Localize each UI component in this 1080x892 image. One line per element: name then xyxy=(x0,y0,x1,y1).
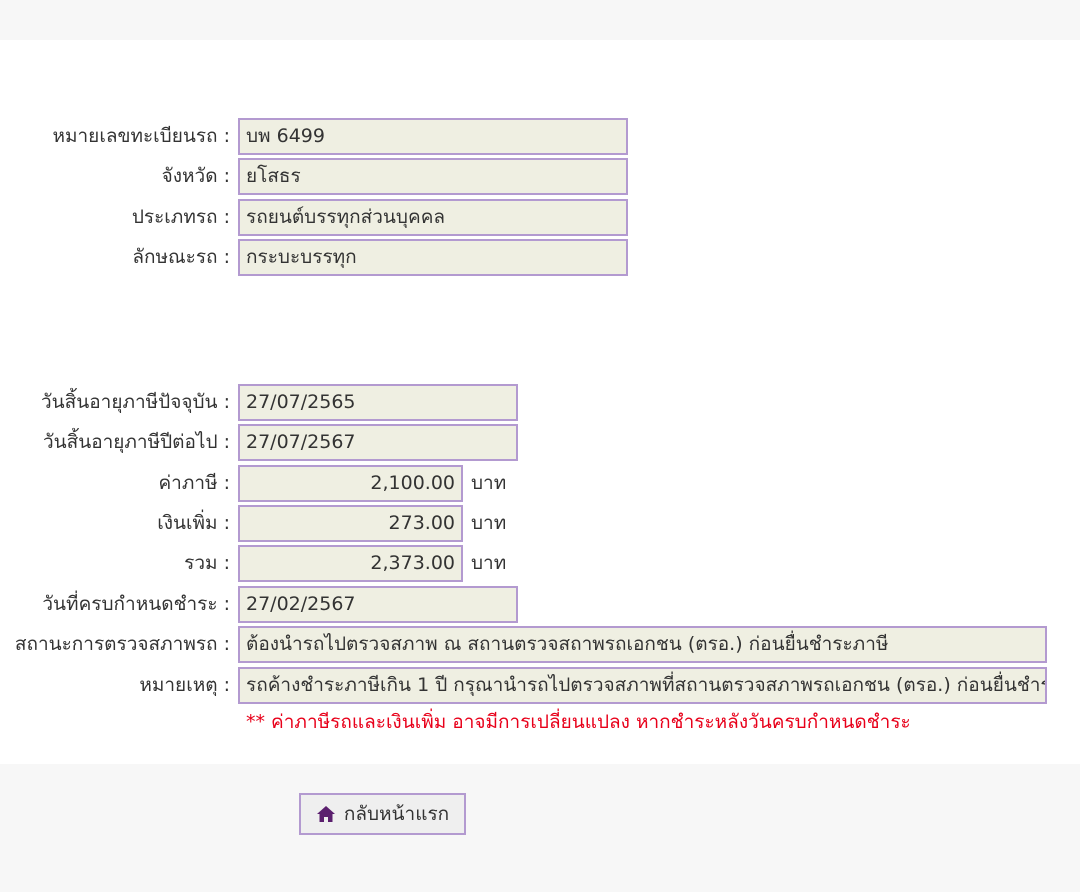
warning-note: ** ค่าภาษีรถและเงินเพิ่ม อาจมีการเปลี่ยน… xyxy=(246,711,911,733)
footer-band xyxy=(0,764,1080,892)
total-unit: บาท xyxy=(471,552,507,574)
vehicle-type-field: รถยนต์บรรทุกส่วนบุคคล xyxy=(238,199,628,236)
total-field: 2,373.00 xyxy=(238,545,463,582)
remark-field: รถค้างชำระภาษีเกิน 1 ปี กรุณานำรถไปตรวจส… xyxy=(238,667,1047,704)
current-expiry-label: วันสิ้นอายุภาษีปัจจุบัน : xyxy=(41,391,230,413)
vehicle-type-label: ประเภทรถ : xyxy=(131,206,230,228)
inspection-label: สถานะการตรวจสภาพรถ : xyxy=(14,633,230,655)
tax-unit: บาท xyxy=(471,472,507,494)
due-date-row: วันที่ครบกำหนดชำระ : 27/02/2567 xyxy=(0,586,1080,623)
total-row: รวม : 2,373.00 บาท xyxy=(0,545,1080,582)
header-band xyxy=(0,0,1080,40)
next-expiry-row: วันสิ้นอายุภาษีปีต่อไป : 27/07/2567 xyxy=(0,424,1080,461)
plate-label: หมายเลขทะเบียนรถ : xyxy=(52,125,230,147)
surcharge-row: เงินเพิ่ม : 273.00 บาท xyxy=(0,505,1080,542)
vehicle-type-row: ประเภทรถ : รถยนต์บรรทุกส่วนบุคคล xyxy=(0,199,1080,236)
home-icon xyxy=(316,804,336,824)
province-row: จังหวัด : ยโสธร xyxy=(0,158,1080,195)
province-field: ยโสธร xyxy=(238,158,628,195)
current-expiry-field: 27/07/2565 xyxy=(238,384,518,421)
remark-label: หมายเหตุ : xyxy=(139,674,230,696)
next-expiry-field: 27/07/2567 xyxy=(238,424,518,461)
inspection-field: ต้องนำรถไปตรวจสภาพ ณ สถานตรวจสถาพรถเอกชน… xyxy=(238,626,1047,663)
vehicle-style-row: ลักษณะรถ : กระบะบรรทุก xyxy=(0,239,1080,276)
surcharge-field: 273.00 xyxy=(238,505,463,542)
plate-row: หมายเลขทะเบียนรถ : บพ 6499 xyxy=(0,118,1080,155)
tax-label: ค่าภาษี : xyxy=(158,472,230,494)
surcharge-unit: บาท xyxy=(471,512,507,534)
total-label: รวม : xyxy=(184,552,230,574)
province-label: จังหวัด : xyxy=(161,165,230,187)
home-button-label: กลับหน้าแรก xyxy=(343,803,450,825)
inspection-row: สถานะการตรวจสภาพรถ : ต้องนำรถไปตรวจสภาพ … xyxy=(0,626,1080,663)
next-expiry-label: วันสิ้นอายุภาษีปีต่อไป : xyxy=(42,431,230,453)
plate-field: บพ 6499 xyxy=(238,118,628,155)
vehicle-style-field: กระบะบรรทุก xyxy=(238,239,628,276)
due-date-field: 27/02/2567 xyxy=(238,586,518,623)
current-expiry-row: วันสิ้นอายุภาษีปัจจุบัน : 27/07/2565 xyxy=(0,384,1080,421)
due-date-label: วันที่ครบกำหนดชำระ : xyxy=(42,593,230,615)
vehicle-style-label: ลักษณะรถ : xyxy=(132,246,230,268)
surcharge-label: เงินเพิ่ม : xyxy=(157,512,230,534)
tax-row: ค่าภาษี : 2,100.00 บาท xyxy=(0,465,1080,502)
remark-row: หมายเหตุ : รถค้างชำระภาษีเกิน 1 ปี กรุณา… xyxy=(0,667,1080,704)
tax-field: 2,100.00 xyxy=(238,465,463,502)
home-button[interactable]: กลับหน้าแรก xyxy=(299,793,466,835)
